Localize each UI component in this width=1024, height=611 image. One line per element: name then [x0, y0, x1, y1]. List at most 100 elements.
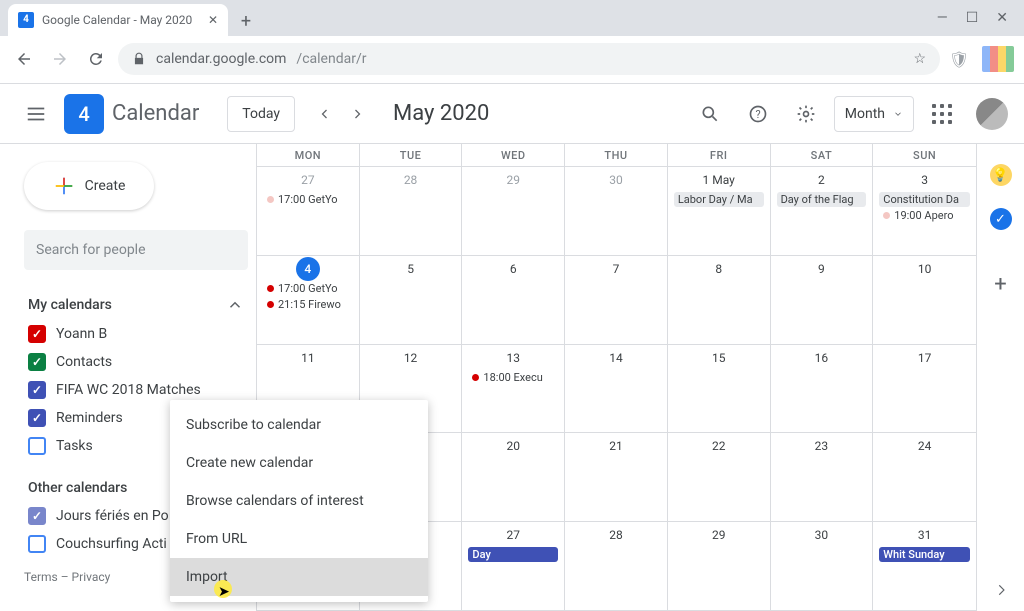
calendar-label: Jours fériés en Po: [56, 508, 169, 524]
chevron-down-icon: [893, 109, 903, 119]
day-cell[interactable]: 30: [771, 522, 874, 611]
url-input[interactable]: calendar.google.com/calendar/r ☆: [118, 43, 940, 75]
minimize-icon[interactable]: —: [937, 10, 948, 26]
new-tab-button[interactable]: +: [232, 8, 260, 36]
create-label: Create: [85, 178, 126, 194]
show-side-panel-chevron[interactable]: [994, 583, 1008, 597]
event[interactable]: 21:15 Firewo: [263, 297, 353, 312]
day-cell[interactable]: 14: [565, 345, 668, 434]
profile-block[interactable]: [982, 46, 1014, 72]
day-cell[interactable]: 6: [462, 256, 565, 345]
calendar-checkbox[interactable]: [28, 437, 46, 455]
back-button[interactable]: [10, 45, 38, 73]
calendar-checkbox[interactable]: [28, 325, 46, 343]
calendar-logo: 4 Calendar: [64, 94, 199, 134]
day-cell[interactable]: 417:00 GetYo21:15 Firewo: [257, 256, 360, 345]
view-dropdown[interactable]: Month: [834, 96, 914, 132]
settings-button[interactable]: [786, 94, 826, 134]
maximize-icon[interactable]: ☐: [966, 10, 979, 26]
tab-close-icon[interactable]: ✕: [208, 13, 218, 27]
day-cell[interactable]: 21: [565, 433, 668, 522]
event[interactable]: Day of the Flag: [777, 192, 867, 207]
event[interactable]: Labor Day / Ma: [674, 192, 764, 207]
day-cell[interactable]: 27Day: [462, 522, 565, 611]
day-cell[interactable]: 17: [873, 345, 976, 434]
day-number: 11: [261, 347, 355, 369]
day-cell[interactable]: 10: [873, 256, 976, 345]
event[interactable]: 18:00 Execu: [468, 370, 558, 385]
reload-button[interactable]: [82, 45, 110, 73]
day-cell[interactable]: 28: [565, 522, 668, 611]
day-number: 10: [877, 258, 972, 280]
day-cell[interactable]: 31Whit Sunday: [873, 522, 976, 611]
calendar-checkbox[interactable]: [28, 353, 46, 371]
day-number: 12: [364, 347, 458, 369]
day-cell[interactable]: 1318:00 Execu: [462, 345, 565, 434]
prev-month-button[interactable]: [309, 94, 341, 134]
calendar-checkbox[interactable]: [28, 409, 46, 427]
month-nav: [309, 94, 373, 134]
apps-launcher-button[interactable]: [922, 94, 962, 134]
day-cell[interactable]: 2Day of the Flag: [771, 167, 874, 256]
add-addon-button[interactable]: +: [994, 272, 1006, 297]
calendar-label: FIFA WC 2018 Matches: [56, 382, 201, 398]
calendar-checkbox[interactable]: [28, 381, 46, 399]
calendar-topbar: 4 Calendar Today May 2020 ? Month: [0, 84, 1024, 144]
calendar-checkbox[interactable]: [28, 535, 46, 553]
chevron-up-icon: [226, 296, 244, 314]
calendar-label: Yoann B: [56, 326, 107, 342]
day-cell[interactable]: 29: [668, 522, 771, 611]
day-cell[interactable]: 7: [565, 256, 668, 345]
day-cell[interactable]: 5: [360, 256, 463, 345]
keep-notes-icon[interactable]: 💡: [990, 164, 1012, 186]
day-cell[interactable]: 8: [668, 256, 771, 345]
event[interactable]: 17:00 GetYo: [263, 192, 353, 207]
context-menu-item[interactable]: From URL: [170, 520, 428, 558]
day-cell[interactable]: 16: [771, 345, 874, 434]
help-button[interactable]: ?: [738, 94, 778, 134]
browser-tab[interactable]: 4 Google Calendar - May 2020 ✕: [8, 4, 228, 36]
create-button[interactable]: Create: [24, 162, 154, 210]
day-cell[interactable]: 28: [360, 167, 463, 256]
event[interactable]: 17:00 GetYo: [263, 281, 353, 296]
day-cell[interactable]: 20: [462, 433, 565, 522]
day-cell[interactable]: 15: [668, 345, 771, 434]
day-cell[interactable]: 29: [462, 167, 565, 256]
account-avatar[interactable]: [976, 98, 1008, 130]
tasks-icon[interactable]: ✓: [990, 208, 1012, 230]
search-people-input[interactable]: Search for people: [24, 230, 248, 270]
extension-shield-icon[interactable]: 🛡: [948, 48, 970, 70]
calendar-checkbox[interactable]: [28, 507, 46, 525]
day-cell[interactable]: 9: [771, 256, 874, 345]
day-number: 6: [466, 258, 560, 280]
search-button[interactable]: [690, 94, 730, 134]
bookmark-star-icon[interactable]: ☆: [913, 51, 926, 67]
event[interactable]: Day: [468, 547, 558, 562]
url-host: calendar.google.com: [156, 51, 286, 67]
my-calendar-item[interactable]: Contacts: [24, 348, 248, 376]
next-month-button[interactable]: [341, 94, 373, 134]
context-menu-item[interactable]: Create new calendar: [170, 444, 428, 482]
day-cell[interactable]: 24: [873, 433, 976, 522]
forward-button[interactable]: [46, 45, 74, 73]
close-window-icon[interactable]: ✕: [996, 10, 1008, 26]
context-menu-item[interactable]: Subscribe to calendar: [170, 406, 428, 444]
day-cell[interactable]: 30: [565, 167, 668, 256]
event[interactable]: 19:00 Apero: [879, 208, 970, 223]
day-number: 20: [466, 435, 560, 457]
today-button[interactable]: Today: [227, 96, 295, 132]
day-cell[interactable]: 1 MayLabor Day / Ma: [668, 167, 771, 256]
day-cell[interactable]: 3Constitution Da19:00 Apero: [873, 167, 976, 256]
day-cell[interactable]: 2717:00 GetYo: [257, 167, 360, 256]
context-menu-item[interactable]: Import: [170, 558, 428, 596]
calendar-logo-text: Calendar: [112, 101, 199, 126]
day-cell[interactable]: 22: [668, 433, 771, 522]
context-menu-item[interactable]: Browse calendars of interest: [170, 482, 428, 520]
my-calendars-label: My calendars: [28, 297, 112, 313]
my-calendars-header[interactable]: My calendars: [24, 290, 248, 320]
day-cell[interactable]: 23: [771, 433, 874, 522]
my-calendar-item[interactable]: Yoann B: [24, 320, 248, 348]
event[interactable]: Constitution Da: [879, 192, 970, 207]
event[interactable]: Whit Sunday: [879, 547, 970, 562]
main-menu-button[interactable]: [16, 94, 56, 134]
